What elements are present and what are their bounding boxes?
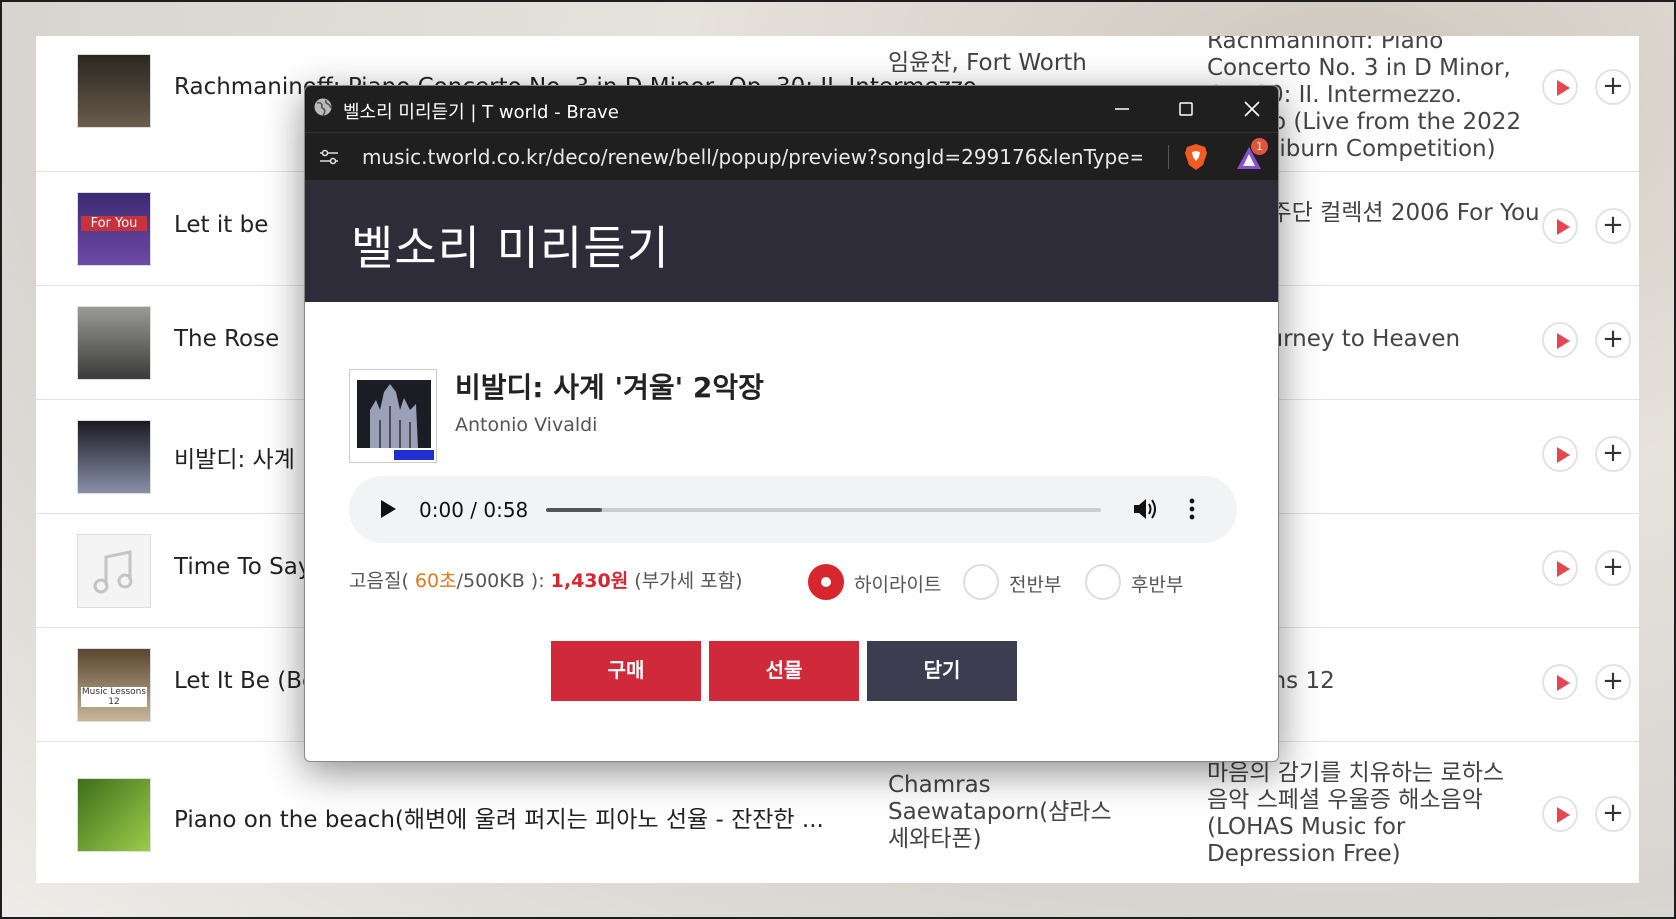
radio-label: 하이라이트: [854, 574, 942, 596]
song-album-art: [349, 369, 437, 463]
buffered-progress: [546, 508, 602, 512]
window-title: 벨소리 미리듣기 | T world - Brave: [343, 102, 619, 123]
album-thumbnail[interactable]: [77, 778, 151, 852]
price-size: /500KB ):: [456, 570, 545, 592]
buy-button[interactable]: 구매: [551, 641, 701, 701]
play-icon[interactable]: [1542, 796, 1578, 832]
play-icon[interactable]: [381, 500, 396, 518]
maximize-icon[interactable]: [1171, 94, 1201, 124]
play-icon[interactable]: [1542, 69, 1578, 105]
radio-label: 전반부: [1009, 574, 1062, 596]
radio-button[interactable]: [808, 564, 844, 600]
song-title[interactable]: The Rose: [174, 326, 279, 352]
album-thumbnail[interactable]: [77, 534, 151, 608]
price-prefix: 고음질(: [349, 570, 409, 592]
song-artist: Antonio Vivaldi: [455, 414, 598, 436]
song-title[interactable]: Piano on the beach(해변에 울려 퍼지는 피아노 선율 - 잔…: [174, 800, 824, 834]
song-album[interactable]: 마음의 감기를 치유하는 로하스 음악 스페셜 우울증 해소음악 (LOHAS …: [1207, 760, 1527, 868]
album-thumbnail[interactable]: Music Lessons 12: [77, 648, 151, 722]
play-icon[interactable]: [1542, 208, 1578, 244]
globe-icon: [314, 98, 332, 116]
close-button[interactable]: 닫기: [867, 641, 1017, 701]
price-amount: 1,430원: [550, 570, 629, 592]
thumbnail-label: For You: [81, 216, 147, 231]
song-artist[interactable]: 임윤찬, Fort Worth: [888, 50, 1218, 77]
list-item[interactable]: Piano on the beach(해변에 울려 퍼지는 피아노 선율 - 잔…: [36, 742, 1639, 883]
playback-time: 0:00 / 0:58: [419, 498, 529, 522]
song-artist[interactable]: Chamras Saewataporn(샴라스 세와타폰): [888, 772, 1118, 853]
play-icon[interactable]: [1542, 322, 1578, 358]
radio-button[interactable]: [963, 564, 999, 600]
site-settings-icon[interactable]: [318, 147, 340, 167]
window-titlebar[interactable]: 벨소리 미리듣기 | T world - Brave: [305, 86, 1278, 132]
radio-button[interactable]: [1085, 564, 1121, 600]
more-options-icon[interactable]: [1187, 496, 1197, 522]
gift-button[interactable]: 선물: [709, 641, 859, 701]
audio-player[interactable]: 0:00 / 0:58: [349, 476, 1237, 543]
add-icon[interactable]: +: [1595, 322, 1631, 358]
minimize-icon[interactable]: [1107, 94, 1137, 124]
close-icon[interactable]: [1237, 94, 1267, 124]
thumbnail-label: Music Lessons 12: [81, 687, 147, 707]
song-title[interactable]: Let it be: [174, 212, 268, 238]
music-note-icon: [93, 550, 133, 594]
song-title[interactable]: 비발디: 사계: [174, 440, 295, 474]
popup-header: 벨소리 미리듣기: [305, 180, 1278, 302]
price-info: 고음질( 60초/500KB ): 1,430원 (부가세 포함): [349, 566, 743, 593]
address-bar[interactable]: music.tworld.co.kr/deco/renew/bell/popup…: [305, 132, 1278, 180]
album-thumbnail[interactable]: [77, 420, 151, 494]
seek-bar[interactable]: [546, 508, 1101, 512]
price-seconds: 60초: [414, 570, 457, 592]
price-suffix: (부가세 포함): [634, 570, 743, 592]
play-icon[interactable]: [1542, 550, 1578, 586]
song-title[interactable]: Let It Be (Be: [174, 668, 316, 694]
add-icon[interactable]: +: [1595, 69, 1631, 105]
url-text[interactable]: music.tworld.co.kr/deco/renew/bell/popup…: [362, 145, 1142, 169]
add-icon[interactable]: +: [1595, 550, 1631, 586]
song-title: 비발디: 사계 '겨울' 2악장: [455, 371, 764, 404]
notification-badge: 1: [1251, 138, 1268, 155]
play-icon[interactable]: [1542, 664, 1578, 700]
play-icon[interactable]: [1542, 436, 1578, 472]
radio-label: 후반부: [1131, 574, 1184, 596]
add-icon[interactable]: +: [1595, 208, 1631, 244]
album-thumbnail[interactable]: [77, 54, 151, 128]
add-icon[interactable]: +: [1595, 436, 1631, 472]
add-icon[interactable]: +: [1595, 664, 1631, 700]
brave-shields-icon[interactable]: [1183, 143, 1209, 171]
album-thumbnail[interactable]: For You: [77, 192, 151, 266]
preview-popup-window: 벨소리 미리듣기 | T world - Brave music.tworld.…: [304, 85, 1279, 762]
add-icon[interactable]: +: [1595, 796, 1631, 832]
song-title[interactable]: Time To Say: [174, 554, 311, 580]
album-thumbnail[interactable]: [77, 306, 151, 380]
divider: [1168, 145, 1169, 169]
volume-icon[interactable]: [1131, 496, 1159, 522]
page-title: 벨소리 미리듣기: [351, 221, 670, 275]
